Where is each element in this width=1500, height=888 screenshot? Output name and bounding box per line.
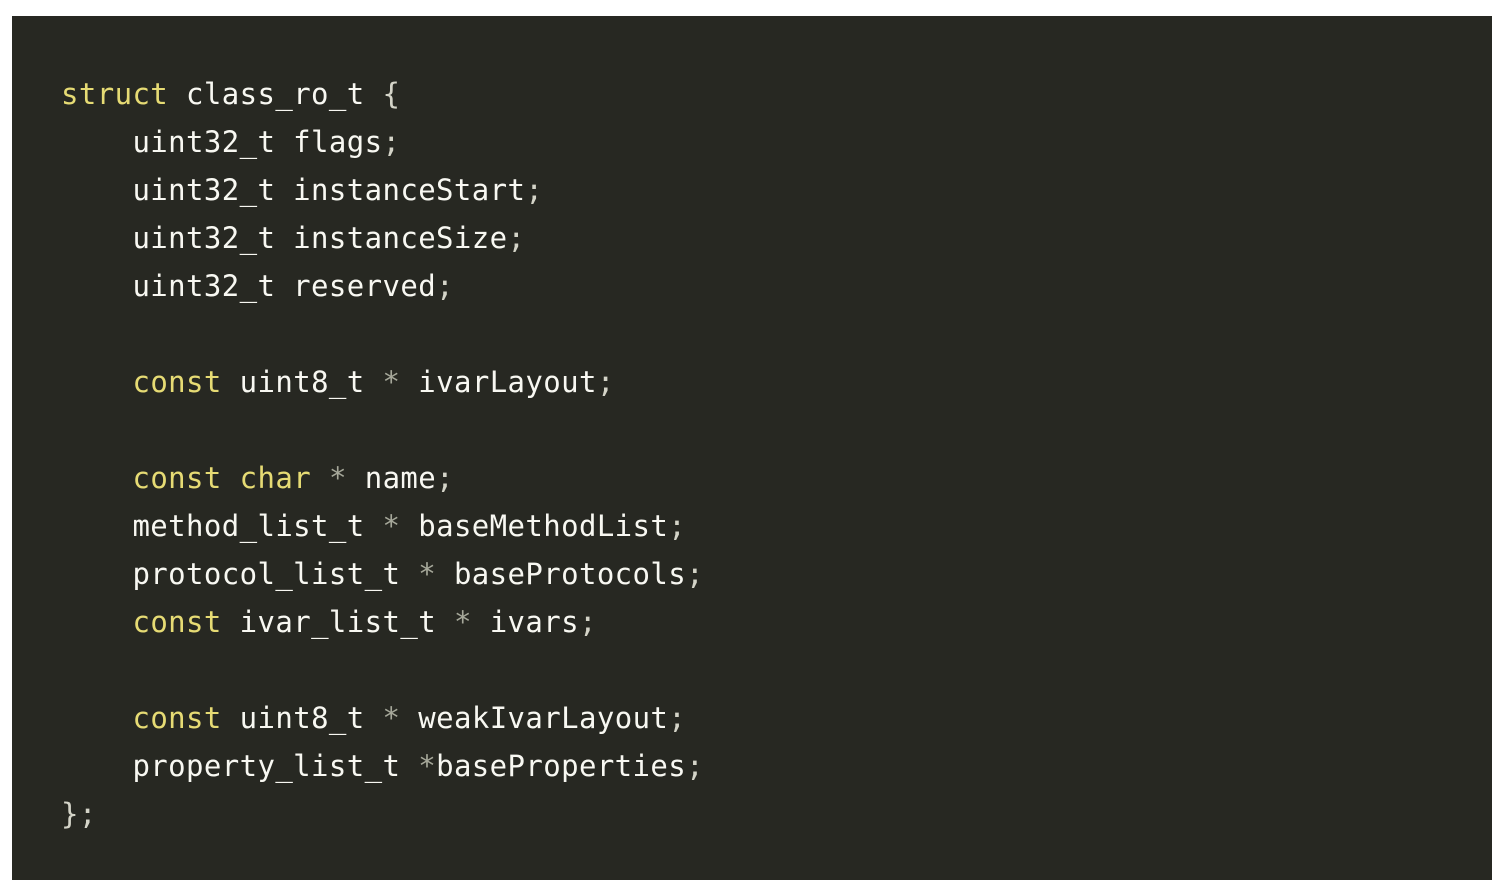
code-line: }; [61,790,1492,838]
code-token-punctuation: ; [436,269,454,303]
code-token-operator: * [382,701,401,735]
code-line: method_list_t * baseMethodList; [61,502,1492,550]
code-token-plain: uint32_t reserved [61,269,437,303]
code-line: uint32_t flags; [61,118,1492,166]
code-token-plain: baseProperties [436,749,687,783]
code-token-punctuation: ; [596,365,615,399]
code-token-keyword: const [132,605,222,639]
code-token-plain: uint32_t instanceStart [61,173,526,207]
code-line: struct class_ro_t { [61,70,1492,118]
code-token-keyword: struct [61,77,169,111]
code-token-keyword: char [239,461,312,495]
code-token-plain: name [346,461,437,495]
code-token-plain: ivars [471,605,579,639]
code-line: const uint8_t * weakIvarLayout; [61,694,1492,742]
code-lines: struct class_ro_t { uint32_t flags; uint… [61,70,1492,838]
code-token-plain: baseProtocols [436,557,687,591]
code-line: const char * name; [61,454,1492,502]
code-token-plain: uint8_t [221,365,383,399]
code-line: uint32_t instanceSize; [61,214,1492,262]
code-token-operator: * [418,557,437,591]
code-token-punctuation: ; [686,557,704,591]
code-token-plain: ivar_list_t [221,605,454,639]
code-line: const ivar_list_t * ivars; [61,598,1492,646]
code-token-operator: * [382,509,401,543]
code-token-plain: uint32_t instanceSize [61,221,508,255]
code-line: uint32_t reserved; [61,262,1492,310]
code-token-punctuation: ; [525,173,544,207]
code-token-punctuation: ; [436,461,455,495]
code-token-plain: uint8_t [221,701,383,735]
code-line: const uint8_t * ivarLayout; [61,358,1492,406]
code-line: protocol_list_t * baseProtocols; [61,550,1492,598]
code-token-punctuation: ; [382,125,401,159]
code-token-punctuation: ; [668,701,687,735]
code-token-punctuation: } [61,797,79,831]
code-token-plain: class_ro_t [168,77,383,111]
code-token-plain: uint32_t flags [61,125,383,159]
code-token-operator: * [418,749,437,783]
code-token-plain: property_list_t [61,749,419,783]
code-token-operator: * [382,365,401,399]
code-token-plain: ivarLayout [400,365,597,399]
code-token-operator: * [328,461,347,495]
code-token-plain: baseMethodList [400,509,669,543]
code-token-plain: method_list_t [61,509,383,543]
code-token-punctuation: ; [686,749,704,783]
code-token-keyword: const [132,701,222,735]
code-token-keyword: const [132,461,222,495]
code-token-plain: protocol_list_t [61,557,419,591]
code-block: struct class_ro_t { uint32_t flags; uint… [12,16,1492,880]
code-token-punctuation: ; [668,509,687,543]
code-token-punctuation: ; [507,221,526,255]
code-token-punctuation: ; [78,797,97,831]
code-token-punctuation: { [382,77,401,111]
code-token-punctuation: ; [579,605,597,639]
code-token-plain: weakIvarLayout [400,701,669,735]
code-line: property_list_t *baseProperties; [61,742,1492,790]
code-line: uint32_t instanceStart; [61,166,1492,214]
code-token-keyword: const [132,365,222,399]
code-token-operator: * [453,605,472,639]
